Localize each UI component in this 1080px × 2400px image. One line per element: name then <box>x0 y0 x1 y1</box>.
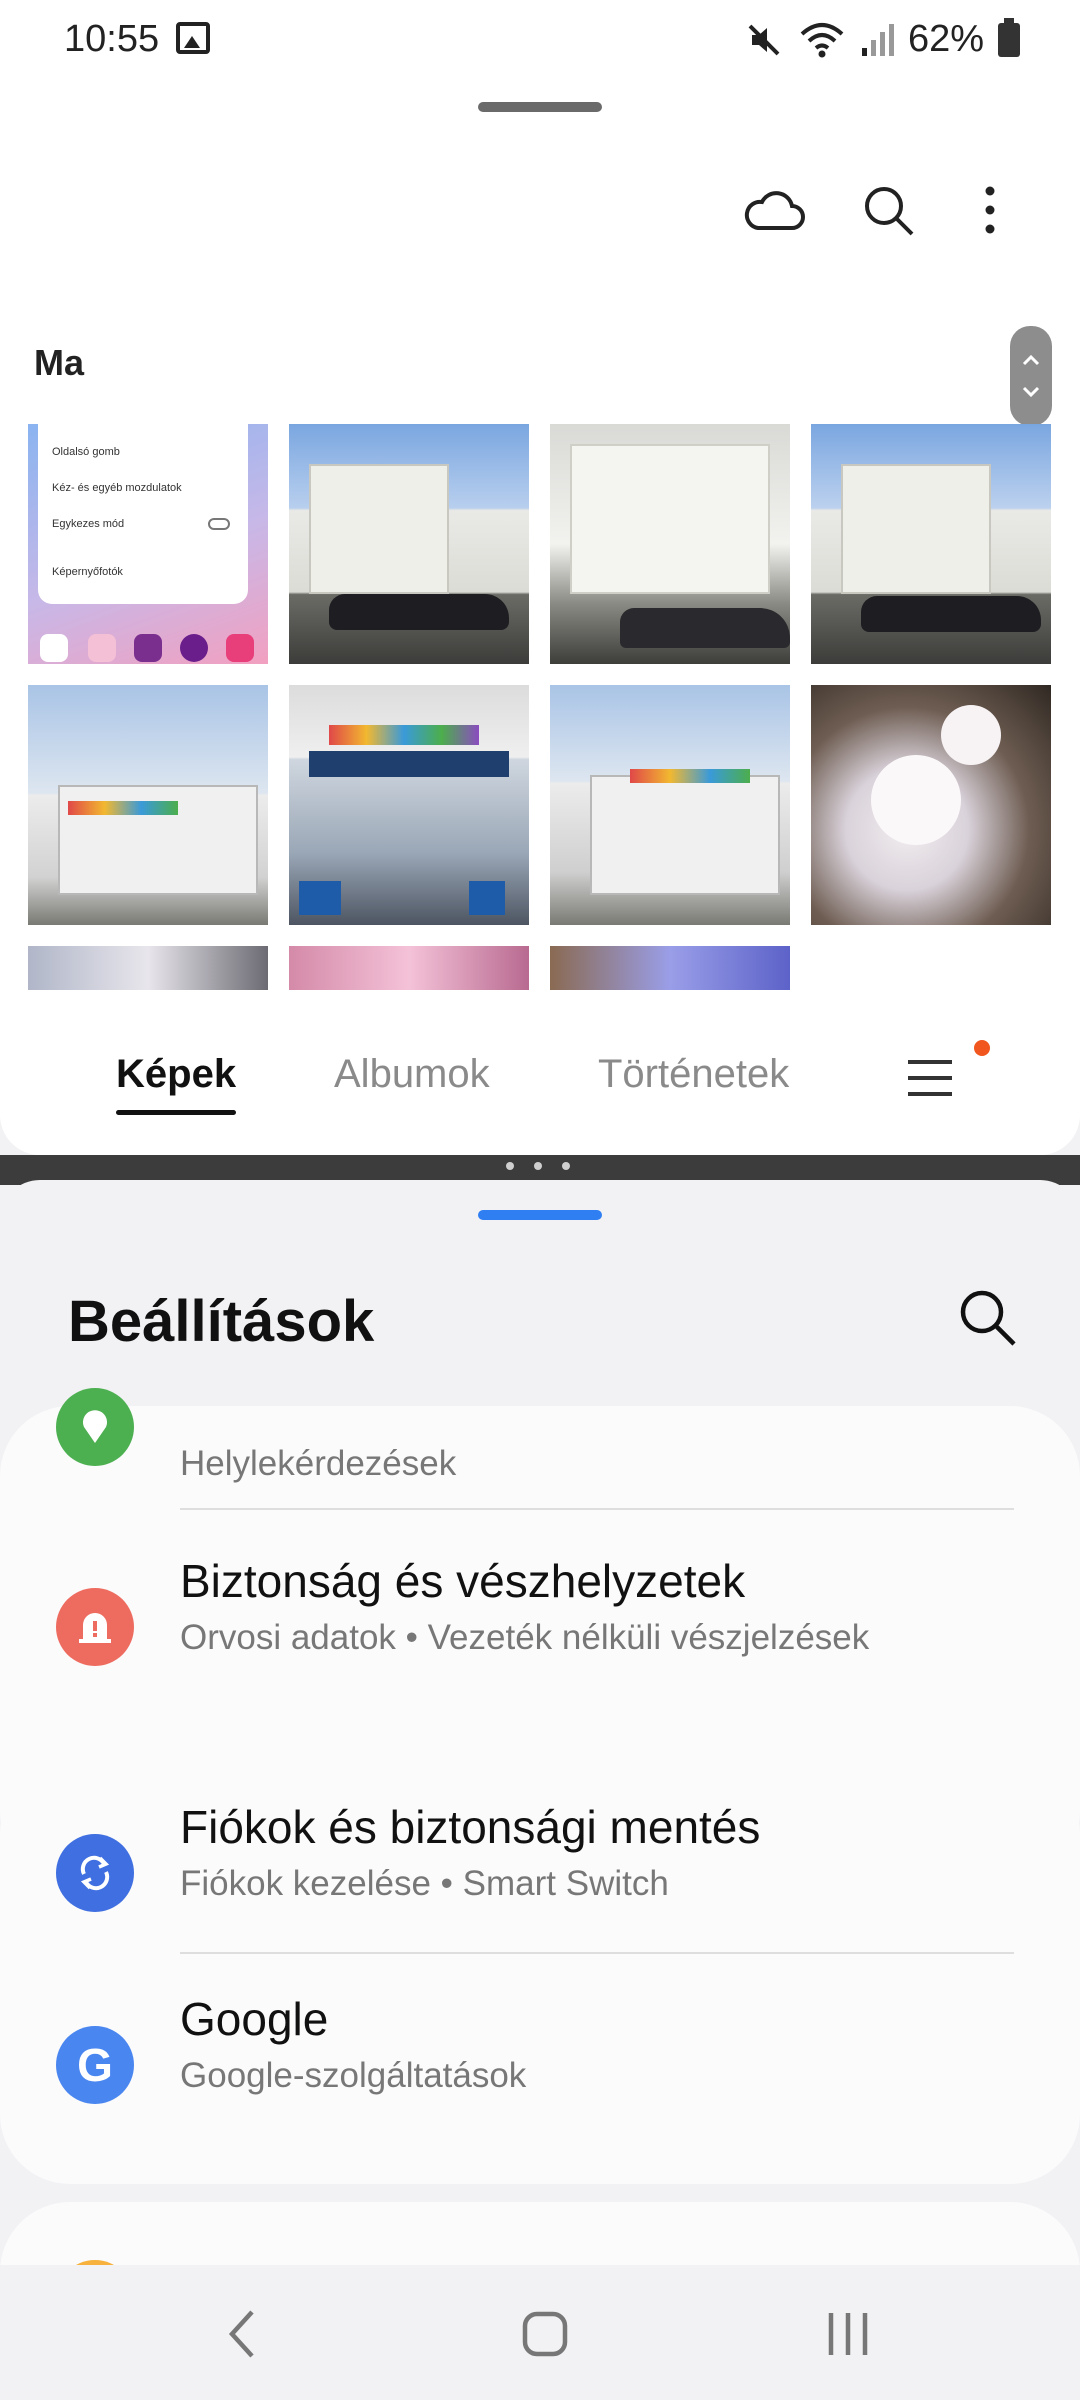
settings-item-subtitle: Helylekérdezések <box>180 1444 457 1483</box>
photo-thumbnail[interactable] <box>550 946 790 990</box>
divider <box>180 1508 1014 1510</box>
location-icon <box>56 1388 134 1466</box>
photo-thumbnail[interactable] <box>289 946 529 990</box>
safety-icon <box>56 1588 134 1666</box>
settings-item-subtitle: Google-szolgáltatások <box>180 2056 527 2095</box>
settings-item-title: Google <box>180 1993 329 2045</box>
search-icon[interactable] <box>848 170 928 250</box>
status-icons: 62% <box>744 17 1020 61</box>
back-button[interactable] <box>197 2289 287 2379</box>
thumb-text: Kéz- és egyéb mozdulatok <box>52 482 182 494</box>
mute-icon <box>748 24 780 55</box>
settings-item-title: Fiókok és biztonsági mentés <box>180 1801 761 1853</box>
fast-scroll-handle[interactable] <box>1010 326 1052 426</box>
back-icon <box>228 2310 254 2358</box>
settings-item-location[interactable]: Helylekérdezések <box>0 1370 1080 1520</box>
date-section-label: Ma <box>34 342 85 383</box>
photo-thumbnail[interactable] <box>550 685 790 925</box>
navigation-bar <box>0 2265 1080 2400</box>
more-options-icon[interactable] <box>950 170 1030 250</box>
google-icon: G <box>56 2026 134 2104</box>
photo-thumbnail[interactable] <box>811 685 1051 925</box>
active-tab-indicator <box>116 1110 236 1115</box>
home-button[interactable] <box>500 2289 590 2379</box>
recents-button[interactable] <box>803 2289 893 2379</box>
thumb-text: Egykezes mód <box>52 518 125 530</box>
window-drag-handle[interactable] <box>478 102 602 112</box>
sync-icon <box>56 1834 134 1912</box>
battery-percent: 62% <box>907 18 984 60</box>
search-icon[interactable] <box>952 1282 1022 1352</box>
status-bar: 10:55 62% <box>0 0 1080 80</box>
scroll-chevrons-icon <box>1022 354 1040 398</box>
settings-item-subtitle: Orvosi adatok • Vezeték nélküli vészjelz… <box>180 1618 870 1657</box>
gallery-tab-bar: Képek Albumok Történetek <box>0 1040 1080 1122</box>
window-drag-handle-active[interactable] <box>478 1210 602 1220</box>
photo-thumbnail[interactable] <box>811 424 1051 664</box>
wifi-icon <box>800 22 844 57</box>
photo-thumbnail[interactable] <box>289 424 529 664</box>
settings-item-title: Biztonság és vészhelyzetek <box>180 1555 746 1607</box>
menu-icon[interactable] <box>906 1054 954 1102</box>
cloud-icon[interactable] <box>734 170 814 250</box>
battery-icon <box>998 17 1020 57</box>
settings-item-google[interactable]: G Google Google-szolgáltatások <box>0 1988 1080 2138</box>
photo-thumbnail[interactable] <box>289 685 529 925</box>
page-title: Beállítások <box>68 1289 375 1354</box>
thumb-text: Oldalsó gomb <box>52 446 120 458</box>
recents-icon <box>828 2313 868 2355</box>
photo-thumbnail[interactable] <box>28 946 268 990</box>
tab-images[interactable]: Képek <box>116 1052 236 1097</box>
gallery-window: Ma Oldalsó gomb Kéz- és egyéb mozdulatok… <box>0 80 1080 1155</box>
settings-item-accounts[interactable]: Fiókok és biztonsági mentés Fiókok kezel… <box>0 1796 1080 1946</box>
split-handle-dots[interactable] <box>506 1162 570 1170</box>
thumb-text: Képernyőfotók <box>52 566 123 578</box>
tab-stories[interactable]: Történetek <box>598 1052 789 1097</box>
settings-window: Beállítások Helylekérdezések Biztonság é… <box>0 1180 1080 2400</box>
settings-item-safety[interactable]: Biztonság és vészhelyzetek Orvosi adatok… <box>0 1550 1080 1700</box>
photo-thumbnail[interactable]: Oldalsó gomb Kéz- és egyéb mozdulatok Eg… <box>28 424 268 664</box>
divider <box>180 1952 1014 1954</box>
notification-dot <box>974 1040 990 1056</box>
home-icon <box>522 2311 568 2357</box>
tab-albums[interactable]: Albumok <box>334 1052 490 1097</box>
settings-item-subtitle: Fiókok kezelése • Smart Switch <box>180 1864 669 1903</box>
gallery-notification-icon <box>176 22 210 54</box>
status-time: 10:55 <box>64 18 160 60</box>
signal-icon <box>861 23 894 56</box>
photo-thumbnail[interactable] <box>28 685 268 925</box>
photo-thumbnail[interactable] <box>550 424 790 664</box>
